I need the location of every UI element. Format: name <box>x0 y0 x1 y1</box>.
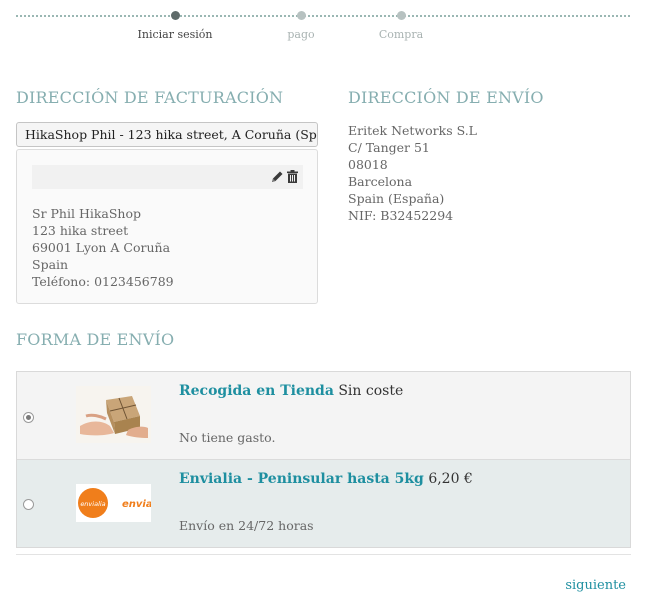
shipping-method-heading: FORMA DE ENVÍO <box>16 330 175 349</box>
step-label: Compra <box>378 28 424 41</box>
shipping-option-title: Recogida en Tienda Sin coste <box>179 383 403 399</box>
shipping-option-name: Envialia - Peninsular hasta 5kg <box>179 471 424 487</box>
shipping-option-pickup[interactable]: Recogida en Tienda Sin coste No tiene ga… <box>17 372 630 460</box>
shipping-option-description: Envío en 24/72 horas <box>179 518 314 533</box>
address-line: Spain <box>32 257 69 272</box>
address-line: Eritek Networks S.L <box>348 123 477 138</box>
address-line: Sr Phil HikaShop <box>32 206 142 221</box>
shipping-option-price: 6,20 € <box>428 471 473 487</box>
step-dot <box>396 11 406 20</box>
shipping-method-list: Recogida en Tienda Sin coste No tiene ga… <box>16 371 631 548</box>
shipping-option-envialia[interactable]: envialia envialia Envialia - Peninsular … <box>17 460 630 547</box>
shipping-address-text: Eritek Networks S.L C/ Tanger 51 08018 B… <box>348 122 477 224</box>
step-purchase: Compra <box>356 8 446 41</box>
address-line: NIF: B32452294 <box>348 208 454 223</box>
shipping-option-radio[interactable] <box>23 412 34 423</box>
address-line: C/ Tanger 51 <box>348 140 430 155</box>
step-label: pago <box>287 28 315 41</box>
svg-text:envialia: envialia <box>80 500 105 508</box>
pencil-icon[interactable] <box>271 169 284 183</box>
address-line: 123 hika street <box>32 223 129 238</box>
address-line: Teléfono: 0123456789 <box>32 274 174 289</box>
next-link[interactable]: siguiente <box>565 578 626 593</box>
shipping-option-name: Recogida en Tienda <box>179 383 334 399</box>
trash-icon[interactable] <box>286 169 299 183</box>
shipping-option-title: Envialia - Peninsular hasta 5kg 6,20 € <box>179 471 473 487</box>
step-payment: pago <box>256 8 346 41</box>
step-dot <box>170 11 180 20</box>
billing-address-text: Sr Phil HikaShop 123 hika street 69001 L… <box>32 205 174 290</box>
divider <box>16 554 631 555</box>
address-line: Spain (España) <box>348 191 445 206</box>
checkout-progress: Iniciar sesión pago Compra <box>16 8 630 48</box>
billing-address-box: Sr Phil HikaShop 123 hika street 69001 L… <box>16 149 318 304</box>
billing-heading: DIRECCIÓN DE FACTURACIÓN <box>16 88 284 107</box>
package-in-hands-image <box>76 386 151 443</box>
billing-address-select[interactable]: HikaShop Phil - 123 hika street, A Coruñ… <box>16 122 318 147</box>
address-toolbar <box>32 165 303 189</box>
step-label: Iniciar sesión <box>137 28 213 41</box>
envialia-logo: envialia envialia <box>76 484 151 522</box>
shipping-option-description: No tiene gasto. <box>179 430 276 445</box>
step-dot <box>296 11 306 20</box>
step-login: Iniciar sesión <box>130 8 220 41</box>
shipping-option-price: Sin coste <box>338 383 404 399</box>
address-line: 08018 <box>348 157 388 172</box>
svg-text:envialia: envialia <box>122 499 151 510</box>
address-line: 69001 Lyon A Coruña <box>32 240 171 255</box>
address-line: Barcelona <box>348 174 413 189</box>
shipping-address-heading: DIRECCIÓN DE ENVÍO <box>348 88 544 107</box>
shipping-option-radio[interactable] <box>23 499 34 510</box>
